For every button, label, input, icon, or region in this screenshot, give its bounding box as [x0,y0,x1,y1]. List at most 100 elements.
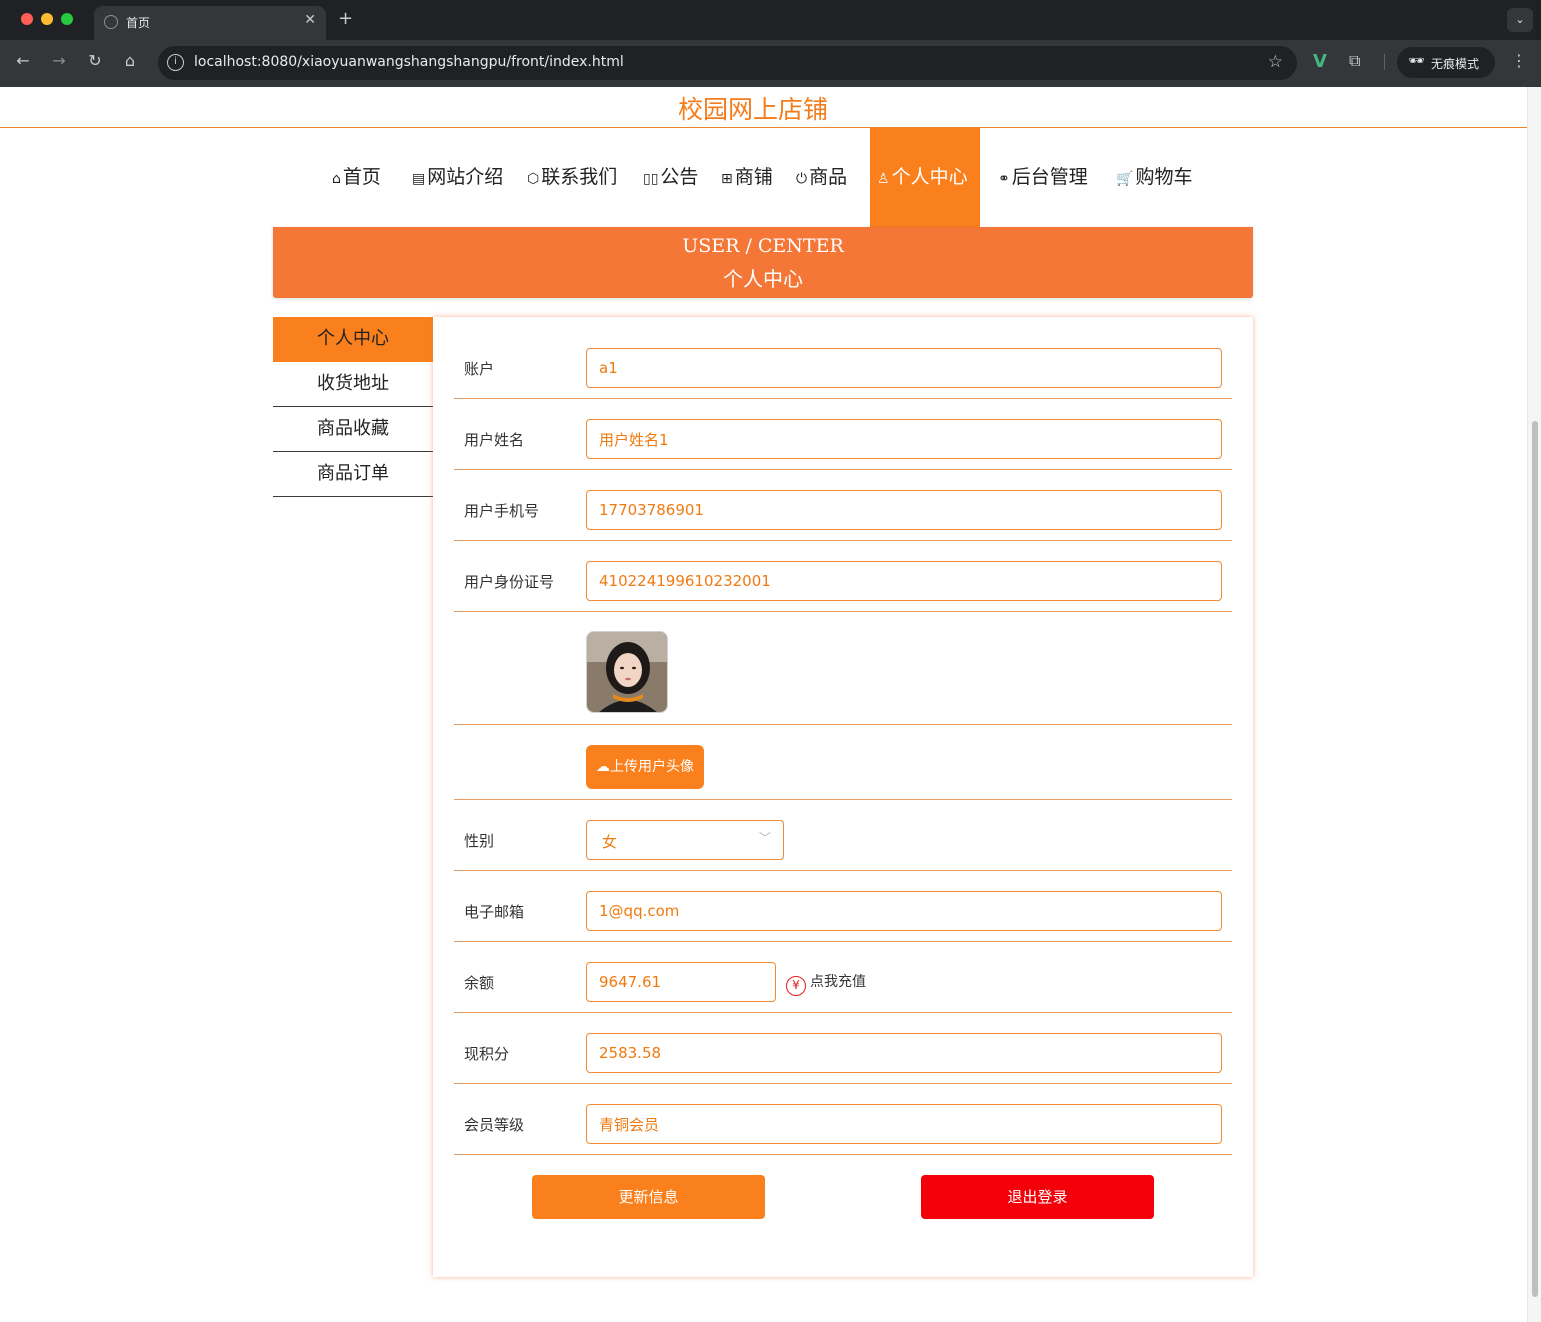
extensions-icon[interactable]: ⧉ [1349,51,1360,71]
gift-icon: ⊞ [721,171,733,187]
close-icon[interactable]: ✕ [304,12,316,28]
new-tab-button[interactable]: + [338,8,353,29]
site-info-icon[interactable]: i [167,54,184,71]
nav-item-cart[interactable]: 🛒 购物车 [1116,128,1192,227]
forward-arrow-icon[interactable]: → [48,51,70,70]
form-row-email: 电子邮箱 [454,871,1232,942]
cart-icon: 🛒 [1116,171,1134,187]
nav-label: 首页 [342,166,381,188]
browser-toolbar: ← → ↻ ⌂ i localhost:8080/xiaoyuanwangsha… [0,40,1541,87]
page-scrollbar[interactable] [1527,87,1541,1322]
page-content: 校园网上店铺 ⌂ 首页 ▤ 网站介绍 ⬡ 联系我们 ▯▯ 公告 ⊞ 商铺 ⏻ 商品 ♙ 个人中… [0,87,1527,1322]
phone-input[interactable] [586,490,1222,530]
balance-input[interactable] [586,962,776,1002]
gender-label: 性别 [464,832,495,850]
recharge-link[interactable]: ¥ 点我充值 [786,971,866,996]
side-item-favorites[interactable]: 商品收藏 [273,407,433,452]
form-row-avatar [454,612,1232,725]
side-menu: 个人中心 收货地址 商品收藏 商品订单 [273,317,433,497]
reload-icon[interactable]: ↻ [84,51,106,70]
nav-label: 商品 [809,166,848,188]
document-icon: ▤ [412,171,426,187]
minimize-window-button[interactable] [41,13,53,25]
site-title: 校园网上店铺 [677,95,828,124]
upload-avatar-button[interactable]: ☁上传用户头像 [586,745,704,789]
side-item-user-center[interactable]: 个人中心 [273,317,433,362]
banner-title-cn: 个人中心 [723,267,803,291]
home-icon: ⌂ [332,171,341,187]
avatar-image [587,632,667,712]
nav-label: 联系我们 [541,166,618,188]
banner-title-en: USER / CENTER [682,235,844,257]
incognito-badge[interactable]: 🕶 无痕模式 [1397,47,1495,78]
points-input[interactable] [586,1033,1222,1073]
book-icon: ▯▯ [643,171,659,187]
nav-item-contact[interactable]: ⬡ 联系我们 [527,128,617,227]
nav-item-admin[interactable]: ⚭ 后台管理 [998,128,1088,227]
nav-item-about[interactable]: ▤ 网站介绍 [412,128,503,227]
chevron-down-icon: ﹀ [758,831,771,845]
page-banner: USER / CENTER 个人中心 [273,227,1253,298]
form-row-level: 会员等级 [454,1084,1232,1155]
update-info-button[interactable]: 更新信息 [532,1175,765,1219]
tab-search-button[interactable]: ⌄ [1507,8,1533,32]
points-label: 现积分 [464,1045,510,1063]
nav-item-announcements[interactable]: ▯▯ 公告 [643,128,698,227]
gender-select[interactable]: 女 ﹀ [586,820,784,860]
level-input[interactable] [586,1104,1222,1144]
side-item-address[interactable]: 收货地址 [273,362,433,407]
site-header: 校园网上店铺 [0,87,1527,128]
scrollbar-thumb[interactable] [1532,421,1538,1297]
account-label: 账户 [464,360,495,378]
account-input[interactable] [586,348,1222,388]
id-number-label: 用户身份证号 [464,573,555,591]
gender-selected-value: 女 [602,833,618,851]
yuan-icon: ¥ [786,976,806,996]
level-label: 会员等级 [464,1116,525,1134]
form-row-phone: 用户手机号 [454,470,1232,541]
id-number-input[interactable] [586,561,1222,601]
form-row-id-number: 用户身份证号 [454,541,1232,612]
toolbar-divider [1384,54,1385,70]
nav-label: 购物车 [1135,166,1193,188]
maximize-window-button[interactable] [61,13,73,25]
side-item-orders[interactable]: 商品订单 [273,452,433,497]
nav-label: 商铺 [734,166,773,188]
balance-label: 余额 [464,974,495,992]
upload-avatar-label: 上传用户头像 [610,759,694,775]
vue-devtools-icon[interactable]: V [1313,51,1327,72]
back-arrow-icon[interactable]: ← [12,51,34,70]
nav-item-home[interactable]: ⌂ 首页 [332,128,381,227]
browser-chrome: 首页 ✕ + ⌄ ← → ↻ ⌂ i localhost:8080/xiaoyu… [0,0,1541,87]
nav-item-user-center[interactable]: ♙ 个人中心 [870,128,980,227]
phone-label: 用户手机号 [464,502,540,520]
username-label: 用户姓名 [464,431,525,449]
home-icon[interactable]: ⌂ [119,51,141,70]
nav-label: 个人中心 [891,166,968,188]
user-icon: ♙ [877,171,890,187]
close-window-button[interactable] [21,13,33,25]
nav-item-products[interactable]: ⏻ 商品 [796,128,847,227]
tab-title: 首页 [126,16,151,30]
browser-menu-icon[interactable]: ⋮ [1511,51,1527,70]
cloud-upload-icon: ☁ [596,759,610,775]
nav-label: 公告 [660,166,699,188]
box-icon: ⬡ [527,171,540,187]
browser-tab[interactable]: 首页 ✕ [94,6,326,40]
profile-form: 账户 用户姓名 用户手机号 用户身份证号 [433,317,1253,1277]
url-text[interactable]: localhost:8080/xiaoyuanwangshangshangpu/… [194,54,624,70]
username-input[interactable] [586,419,1222,459]
form-row-upload: ☁上传用户头像 [454,725,1232,800]
globe-icon [104,15,118,29]
email-input[interactable] [586,891,1222,931]
link-icon: ⚭ [998,171,1010,187]
power-icon: ⏻ [796,171,808,187]
address-bar[interactable]: i localhost:8080/xiaoyuanwangshangshangp… [158,46,1297,80]
nav-label: 网站介绍 [427,166,504,188]
bookmark-star-icon[interactable]: ☆ [1268,52,1283,72]
tab-bar: 首页 ✕ + ⌄ [0,0,1541,40]
recharge-label: 点我充值 [810,974,866,990]
logout-button[interactable]: 退出登录 [921,1175,1154,1219]
nav-item-shops[interactable]: ⊞ 商铺 [721,128,773,227]
email-label: 电子邮箱 [464,903,525,921]
